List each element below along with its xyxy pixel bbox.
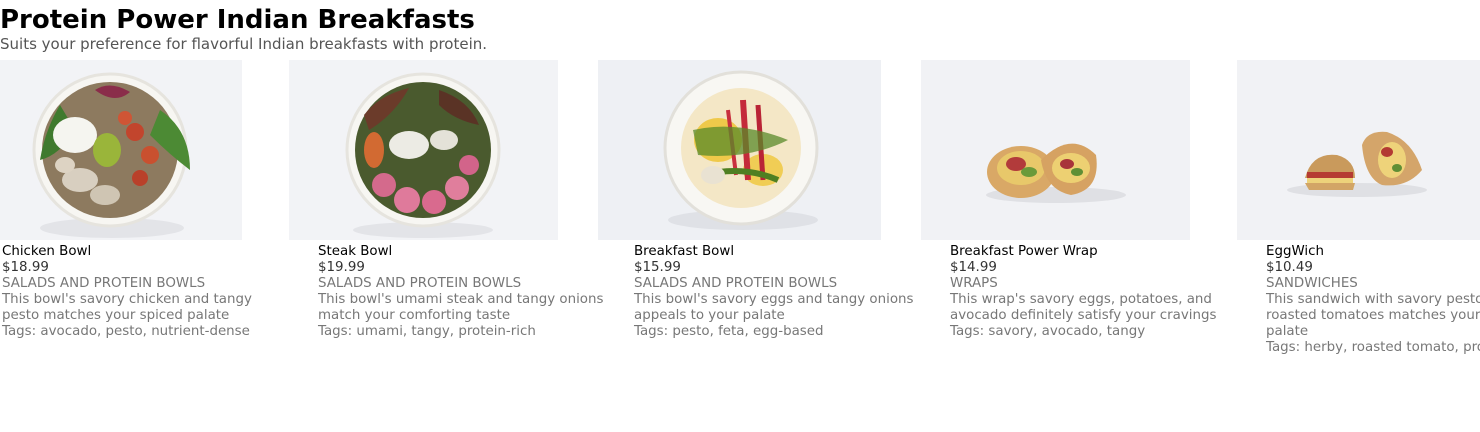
item-price: $15.99 — [634, 260, 681, 275]
item-tags: Tags: avocado, pesto, nutrient-dense — [2, 324, 302, 340]
tags-value: pesto, feta, egg-based — [672, 324, 824, 339]
tags-value: herby, roasted tomato, protein — [1304, 340, 1480, 355]
item-price: $14.99 — [950, 260, 997, 275]
breakfast-bowl-details: Breakfast Bowl $15.99 SALADS AND PROTEIN… — [634, 244, 944, 340]
tags-value: savory, avocado, tangy — [988, 324, 1146, 339]
breakfast-bowl-image[interactable] — [598, 60, 881, 240]
item-category: WRAPS — [950, 276, 998, 291]
tags-prefix: Tags: — [634, 324, 673, 339]
tags-prefix: Tags: — [1266, 340, 1305, 355]
page-title: Protein Power Indian Breakfasts — [0, 5, 475, 35]
item-price: $19.99 — [318, 260, 365, 275]
tags-value: avocado, pesto, nutrient-dense — [40, 324, 250, 339]
item-tags: Tags: umami, tangy, protein-rich — [318, 324, 628, 340]
item-category: SALADS AND PROTEIN BOWLS — [634, 276, 838, 291]
item-tags: Tags: savory, avocado, tangy — [950, 324, 1250, 340]
item-description: This wrap's savory eggs, potatoes, and a… — [950, 292, 1217, 323]
steak-bowl-details: Steak Bowl $19.99 SALADS AND PROTEIN BOW… — [318, 244, 628, 340]
steak-bowl-image[interactable] — [289, 60, 558, 240]
item-tags: Tags: herby, roasted tomato, protein — [1266, 340, 1480, 356]
tags-value: umami, tangy, protein-rich — [356, 324, 536, 339]
item-price: $18.99 — [2, 260, 49, 275]
chicken-bowl-image[interactable] — [0, 60, 242, 240]
item-description: This bowl's umami steak and tangy onions… — [318, 292, 604, 323]
sandwich-image[interactable] — [1237, 60, 1480, 240]
item-name: Chicken Bowl — [2, 244, 92, 259]
item-category: SALADS AND PROTEIN BOWLS — [2, 276, 206, 291]
item-category: SANDWICHES — [1266, 276, 1358, 291]
tags-prefix: Tags: — [950, 324, 989, 339]
tags-prefix: Tags: — [2, 324, 41, 339]
sandwich-details: EggWich $10.49 SANDWICHES This sandwich … — [1266, 244, 1480, 356]
page-subtitle: Suits your preference for flavorful Indi… — [0, 35, 488, 53]
wrap-image[interactable] — [921, 60, 1190, 240]
item-description: This bowl's savory eggs and tangy onions… — [634, 292, 914, 323]
wrap-details: Breakfast Power Wrap $14.99 WRAPS This w… — [950, 244, 1250, 340]
item-name: Breakfast Power Wrap — [950, 244, 1098, 259]
chicken-bowl-details: Chicken Bowl $18.99 SALADS AND PROTEIN B… — [2, 244, 302, 340]
item-category: SALADS AND PROTEIN BOWLS — [318, 276, 522, 291]
item-tags: Tags: pesto, feta, egg-based — [634, 324, 944, 340]
item-price: $10.49 — [1266, 260, 1313, 275]
item-description: This sandwich with savory pesto and roas… — [1266, 292, 1480, 339]
item-name: Breakfast Bowl — [634, 244, 735, 259]
item-name: EggWich — [1266, 244, 1324, 259]
item-description: This bowl's savory chicken and tangy pes… — [2, 292, 252, 323]
tags-prefix: Tags: — [318, 324, 357, 339]
item-name: Steak Bowl — [318, 244, 393, 259]
